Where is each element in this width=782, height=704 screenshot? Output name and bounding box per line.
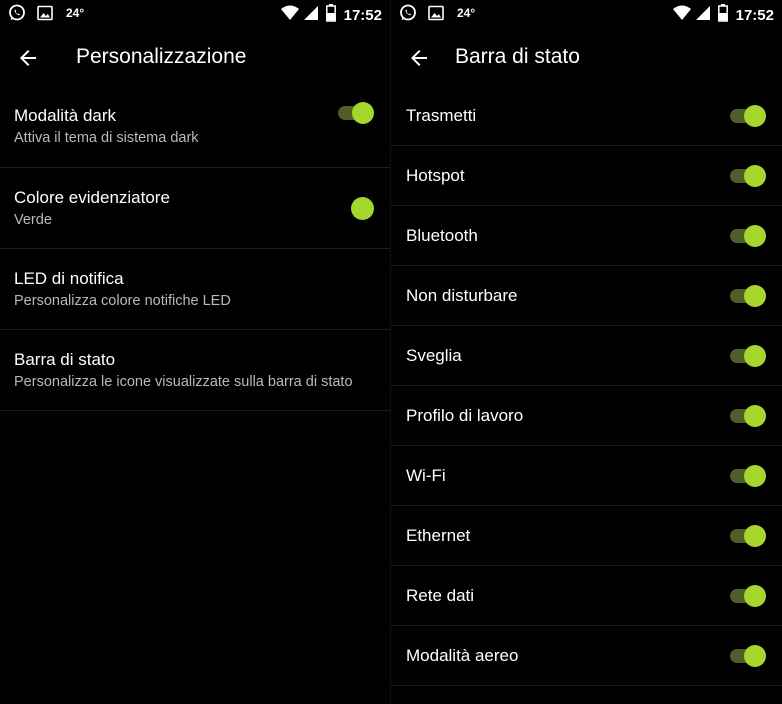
toggle-thumb xyxy=(744,285,766,307)
status-icon-row-ethernet[interactable]: Ethernet xyxy=(391,506,782,566)
setting-title: Sveglia xyxy=(406,346,462,365)
app-bar: Personalizzazione xyxy=(0,28,390,86)
status-icon-row-hotspot[interactable]: Hotspot xyxy=(391,146,782,206)
status-bar: 24° 17:52 xyxy=(0,0,390,28)
status-icon-row-modalita-aereo[interactable]: Modalità aereo xyxy=(391,626,782,686)
toggle-thumb xyxy=(744,405,766,427)
clock-text: 17:52 xyxy=(735,7,774,24)
app-bar: Barra di stato xyxy=(391,28,782,86)
settings-list: Modalità dark Attiva il tema di sistema … xyxy=(0,86,390,411)
back-arrow-icon[interactable] xyxy=(407,46,431,70)
status-icon-row-rete-dati[interactable]: Rete dati xyxy=(391,566,782,626)
signal-icon xyxy=(303,5,319,26)
setting-status-bar[interactable]: Barra di stato Personalizza le icone vis… xyxy=(0,330,390,411)
status-icon-row-non-disturbare[interactable]: Non disturbare xyxy=(391,266,782,326)
toggle-thumb xyxy=(744,585,766,607)
setting-notification-led[interactable]: LED di notifica Personalizza colore noti… xyxy=(0,249,390,330)
status-bar-system: 17:52 xyxy=(672,4,774,27)
status-icon-row-sveglia[interactable]: Sveglia xyxy=(391,326,782,386)
toggle-thumb xyxy=(352,102,374,124)
page-title: Personalizzazione xyxy=(76,45,247,68)
battery-icon xyxy=(717,4,728,27)
toggle-thumb xyxy=(744,525,766,547)
dark-mode-toggle[interactable] xyxy=(336,101,374,125)
setting-title: Non disturbare xyxy=(406,286,518,305)
rete-dati-toggle[interactable] xyxy=(728,584,766,608)
toggle-thumb xyxy=(744,645,766,667)
battery-icon xyxy=(325,4,336,27)
temperature-text: 24° xyxy=(66,6,85,20)
personalization-screen: 24° 17:52 Personalizzazione Modalità dar… xyxy=(0,0,390,704)
page-title: Barra di stato xyxy=(455,45,580,68)
setting-dark-mode[interactable]: Modalità dark Attiva il tema di sistema … xyxy=(0,86,390,168)
setting-summary: Personalizza colore notifiche LED xyxy=(14,293,231,309)
signal-icon xyxy=(695,5,711,26)
toggle-thumb xyxy=(744,465,766,487)
setting-title: Bluetooth xyxy=(406,226,478,245)
trasmetti-toggle[interactable] xyxy=(728,104,766,128)
toggle-thumb xyxy=(744,225,766,247)
bluetooth-toggle[interactable] xyxy=(728,224,766,248)
non-disturbare-toggle[interactable] xyxy=(728,284,766,308)
setting-title: Hotspot xyxy=(406,166,465,185)
status-icon-row-trasmetti[interactable]: Trasmetti xyxy=(391,86,782,146)
back-arrow-icon[interactable] xyxy=(16,46,40,70)
status-bar-screen: 24° 17:52 Barra di stato Trasmetti Hotspo… xyxy=(391,0,782,704)
setting-title: Profilo di lavoro xyxy=(406,406,524,425)
setting-title: Wi-Fi xyxy=(406,466,446,485)
setting-title: LED di notifica xyxy=(14,269,124,288)
status-bar-notifications: 24° xyxy=(8,4,84,22)
toggle-thumb xyxy=(744,105,766,127)
setting-title: Colore evidenziatore xyxy=(14,188,170,207)
accent-color-swatch xyxy=(351,197,374,220)
setting-title: Rete dati xyxy=(406,586,475,605)
setting-title: Barra di stato xyxy=(14,350,116,369)
gallery-icon xyxy=(427,4,445,22)
temperature-text: 24° xyxy=(457,6,476,20)
whatsapp-icon xyxy=(399,4,417,22)
ethernet-toggle[interactable] xyxy=(728,524,766,548)
setting-title: Trasmetti xyxy=(406,106,477,125)
status-bar-notifications: 24° xyxy=(399,4,475,22)
setting-title: Modalità aereo xyxy=(406,646,519,665)
setting-title: Modalità dark xyxy=(14,106,117,125)
wifi-icon xyxy=(280,5,300,26)
setting-summary: Attiva il tema di sistema dark xyxy=(14,130,199,146)
wifi-icon xyxy=(672,5,692,26)
setting-title: Ethernet xyxy=(406,526,471,545)
profilo-di-lavoro-toggle[interactable] xyxy=(728,404,766,428)
hotspot-toggle[interactable] xyxy=(728,164,766,188)
toggle-thumb xyxy=(744,165,766,187)
status-icons-list: Trasmetti Hotspot Bluetooth Non disturbare S… xyxy=(391,86,782,686)
modalita-aereo-toggle[interactable] xyxy=(728,644,766,668)
clock-text: 17:52 xyxy=(343,7,382,24)
setting-summary: Personalizza le icone visualizzate sulla… xyxy=(14,374,353,390)
wi-fi-toggle[interactable] xyxy=(728,464,766,488)
toggle-thumb xyxy=(744,345,766,367)
status-bar-system: 17:52 xyxy=(280,4,382,27)
sveglia-toggle[interactable] xyxy=(728,344,766,368)
whatsapp-icon xyxy=(8,4,26,22)
status-icon-row-bluetooth[interactable]: Bluetooth xyxy=(391,206,782,266)
status-bar: 24° 17:52 xyxy=(391,0,782,28)
gallery-icon xyxy=(36,4,54,22)
status-icon-row-profilo-di-lavoro[interactable]: Profilo di lavoro xyxy=(391,386,782,446)
setting-summary: Verde xyxy=(14,212,52,228)
status-icon-row-wi-fi[interactable]: Wi-Fi xyxy=(391,446,782,506)
setting-accent-color[interactable]: Colore evidenziatore Verde xyxy=(0,168,390,249)
